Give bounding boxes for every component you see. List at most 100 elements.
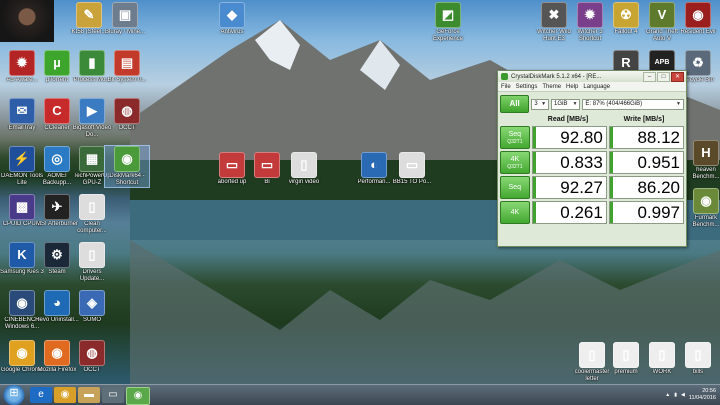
result-rows: Seq Q32T1 92.80 88.12 4K Q32T1 0.833 0.951 Seq 92… — [498, 125, 686, 225]
desktop-icon-image: ▣ — [112, 2, 138, 28]
write-bar — [609, 152, 613, 173]
desktop-icon-image: ◉ — [9, 340, 35, 366]
desktop-icon-label: GeForce Experience — [432, 29, 464, 42]
read-header: Read [MB/s] — [547, 116, 589, 123]
start-button[interactable]: ⊞ — [0, 385, 28, 405]
desktop-icon[interactable]: ▤ Bit System 0... — [105, 50, 149, 84]
desktop-icon-image: ☢ — [613, 2, 639, 28]
desktop-icon-image: ▶ — [79, 98, 105, 124]
size-select[interactable]: 1GiB ▼ — [551, 98, 581, 110]
desktop-icon-label: Bluray / Mine... — [104, 29, 145, 35]
network-icon[interactable]: ▮ — [674, 392, 677, 398]
media-icon[interactable]: ▭ — [102, 387, 124, 403]
desktop-icon-image: ✎ — [76, 2, 102, 28]
menu-file[interactable]: File — [501, 84, 511, 90]
cdm-titlebar[interactable]: CrystalDiskMark 5.1.2 x64 - [RE... – □ ✕ — [498, 71, 686, 82]
desktop-icon-image: H — [693, 140, 719, 166]
read-bar — [532, 152, 536, 173]
chevron-down-icon: ▼ — [676, 100, 681, 107]
result-row: 4K Q32T1 0.833 0.951 — [498, 150, 686, 175]
minimize-button[interactable]: – — [643, 72, 656, 82]
desktop-icon-image: ◕ — [44, 290, 70, 316]
desktop-icon[interactable]: ◍ OCCT — [105, 98, 149, 132]
desktop-icon-label: Resident Evil — [680, 29, 716, 35]
desktop-icon[interactable]: ◩ GeForce Experience — [426, 2, 470, 43]
desktop-icon[interactable]: ◆ Antivirus — [210, 2, 254, 36]
desktop-icon-image: ◩ — [435, 2, 461, 28]
chrome-taskbar-icon[interactable]: ◉ — [54, 387, 76, 403]
desktop-icon-label: Clean computer... — [77, 221, 107, 234]
read-value: 92.80 — [531, 126, 607, 149]
desktop-icon-label: OCCT — [118, 125, 136, 131]
desktop-icon-image: ⚙ — [44, 242, 70, 268]
all-button[interactable]: All — [500, 95, 530, 113]
column-headers: Read [MB/s] Write [MB/s] — [498, 115, 686, 125]
desktop-icon-image: ♻ — [685, 50, 711, 76]
close-button[interactable]: ✕ — [671, 72, 684, 82]
desktop-icon[interactable]: Hheaven Benchm... — [684, 140, 720, 181]
desktop-icon-image: ✖ — [541, 2, 567, 28]
desktop-icon-image: ◐ — [361, 152, 387, 178]
desktop-icon-label: Furmark Benchm... — [692, 215, 720, 228]
desktop-icon-image: ◆ — [219, 2, 245, 28]
desktop-icon-label: bills — [692, 369, 704, 375]
desktop-icon[interactable]: ◉ Furmark Benchm... — [684, 188, 720, 229]
desktop-icon-image: ◉ — [9, 290, 35, 316]
result-row: 4K 0.261 0.997 — [498, 200, 686, 225]
system-tray: ▲ ▮ ◀ 20:56 11/04/2016 — [665, 385, 720, 405]
desktop-icon-image: ▦ — [79, 146, 105, 172]
folder-icon[interactable]: ▬ — [78, 387, 100, 403]
webcam-overlay — [0, 0, 54, 42]
write-bar — [609, 202, 613, 223]
desktop-icon-image: ▯ — [649, 342, 675, 368]
desktop-icon-image: ◍ — [79, 340, 105, 366]
read-value: 0.261 — [531, 201, 607, 224]
write-value: 0.997 — [608, 201, 684, 224]
read-value: 0.833 — [531, 151, 607, 174]
read-bar — [532, 202, 536, 223]
desktop-icon-image: ▯ — [79, 194, 105, 220]
desktop-icon-image: V — [649, 2, 675, 28]
chevron-down-icon: ▼ — [541, 100, 547, 107]
desktop-icon[interactable]: ◍ OCCT — [70, 340, 114, 374]
desktop-icon[interactable]: ▯ bills — [676, 342, 720, 376]
maximize-button[interactable]: □ — [657, 72, 670, 82]
desktop-icon[interactable]: ◉ DiskMark64 - Shortcut — [104, 145, 150, 188]
result-row: Seq 92.27 86.20 — [498, 175, 686, 200]
desktop-icon[interactable]: ▭ BB15 TO Po... — [390, 152, 434, 186]
menu-help[interactable]: Help — [566, 84, 578, 90]
desktop-icon-image: µ — [44, 50, 70, 76]
drive-select[interactable]: E: 87% (404/466GiB) ▼ — [582, 98, 684, 110]
desktop-icon[interactable]: ◉ Resident Evil — [676, 2, 720, 36]
tray-arrow-icon[interactable]: ▲ — [665, 392, 670, 398]
test-button[interactable]: 4K Q32T1 — [500, 151, 530, 174]
desktop-icon-label: Drivers Update... — [79, 269, 105, 282]
desktop-icon[interactable]: ▯ virgin video — [282, 152, 326, 186]
test-button[interactable]: Seq Q32T1 — [500, 126, 530, 149]
cdm-controls: All 3 ▼ 1GiB ▼ E: 87% (404/466GiB) ▼ — [498, 92, 686, 115]
count-select[interactable]: 3 ▼ — [531, 98, 550, 110]
internet-explorer-icon[interactable]: e — [30, 387, 52, 403]
desktop-icon-image: ◉ — [114, 146, 140, 172]
desktop-icon-label: virgin video — [288, 179, 320, 185]
crystaldiskmark-taskbar-icon[interactable]: ◉ — [126, 387, 150, 405]
desktop-icon[interactable]: ◈ SUMO — [70, 290, 114, 324]
write-value: 88.12 — [608, 126, 684, 149]
desktop-icon-image: ◉ — [44, 340, 70, 366]
clock[interactable]: 20:56 11/04/2016 — [689, 388, 716, 402]
desktop-icon[interactable]: ▯ Drivers Update... — [70, 242, 114, 283]
desktop-icon[interactable]: ▣ Bluray / Mine... — [103, 2, 147, 36]
write-value: 0.951 — [608, 151, 684, 174]
desktop-icon[interactable]: ▯ Clean computer... — [70, 194, 114, 235]
desktop-icon-image: ◎ — [44, 146, 70, 172]
test-button[interactable]: Seq — [500, 176, 530, 199]
menu-language[interactable]: Language — [583, 84, 610, 90]
read-bar — [532, 177, 536, 198]
volume-icon[interactable]: ◀ — [681, 392, 685, 398]
menu-theme[interactable]: Theme — [542, 84, 561, 90]
menu-settings[interactable]: Settings — [516, 84, 538, 90]
desktop-icon-image: ▮ — [79, 50, 105, 76]
desktop-icon-label: DiskMark64 - Shortcut — [109, 173, 145, 186]
cdm-app-icon — [501, 73, 508, 80]
test-button[interactable]: 4K — [500, 201, 530, 224]
